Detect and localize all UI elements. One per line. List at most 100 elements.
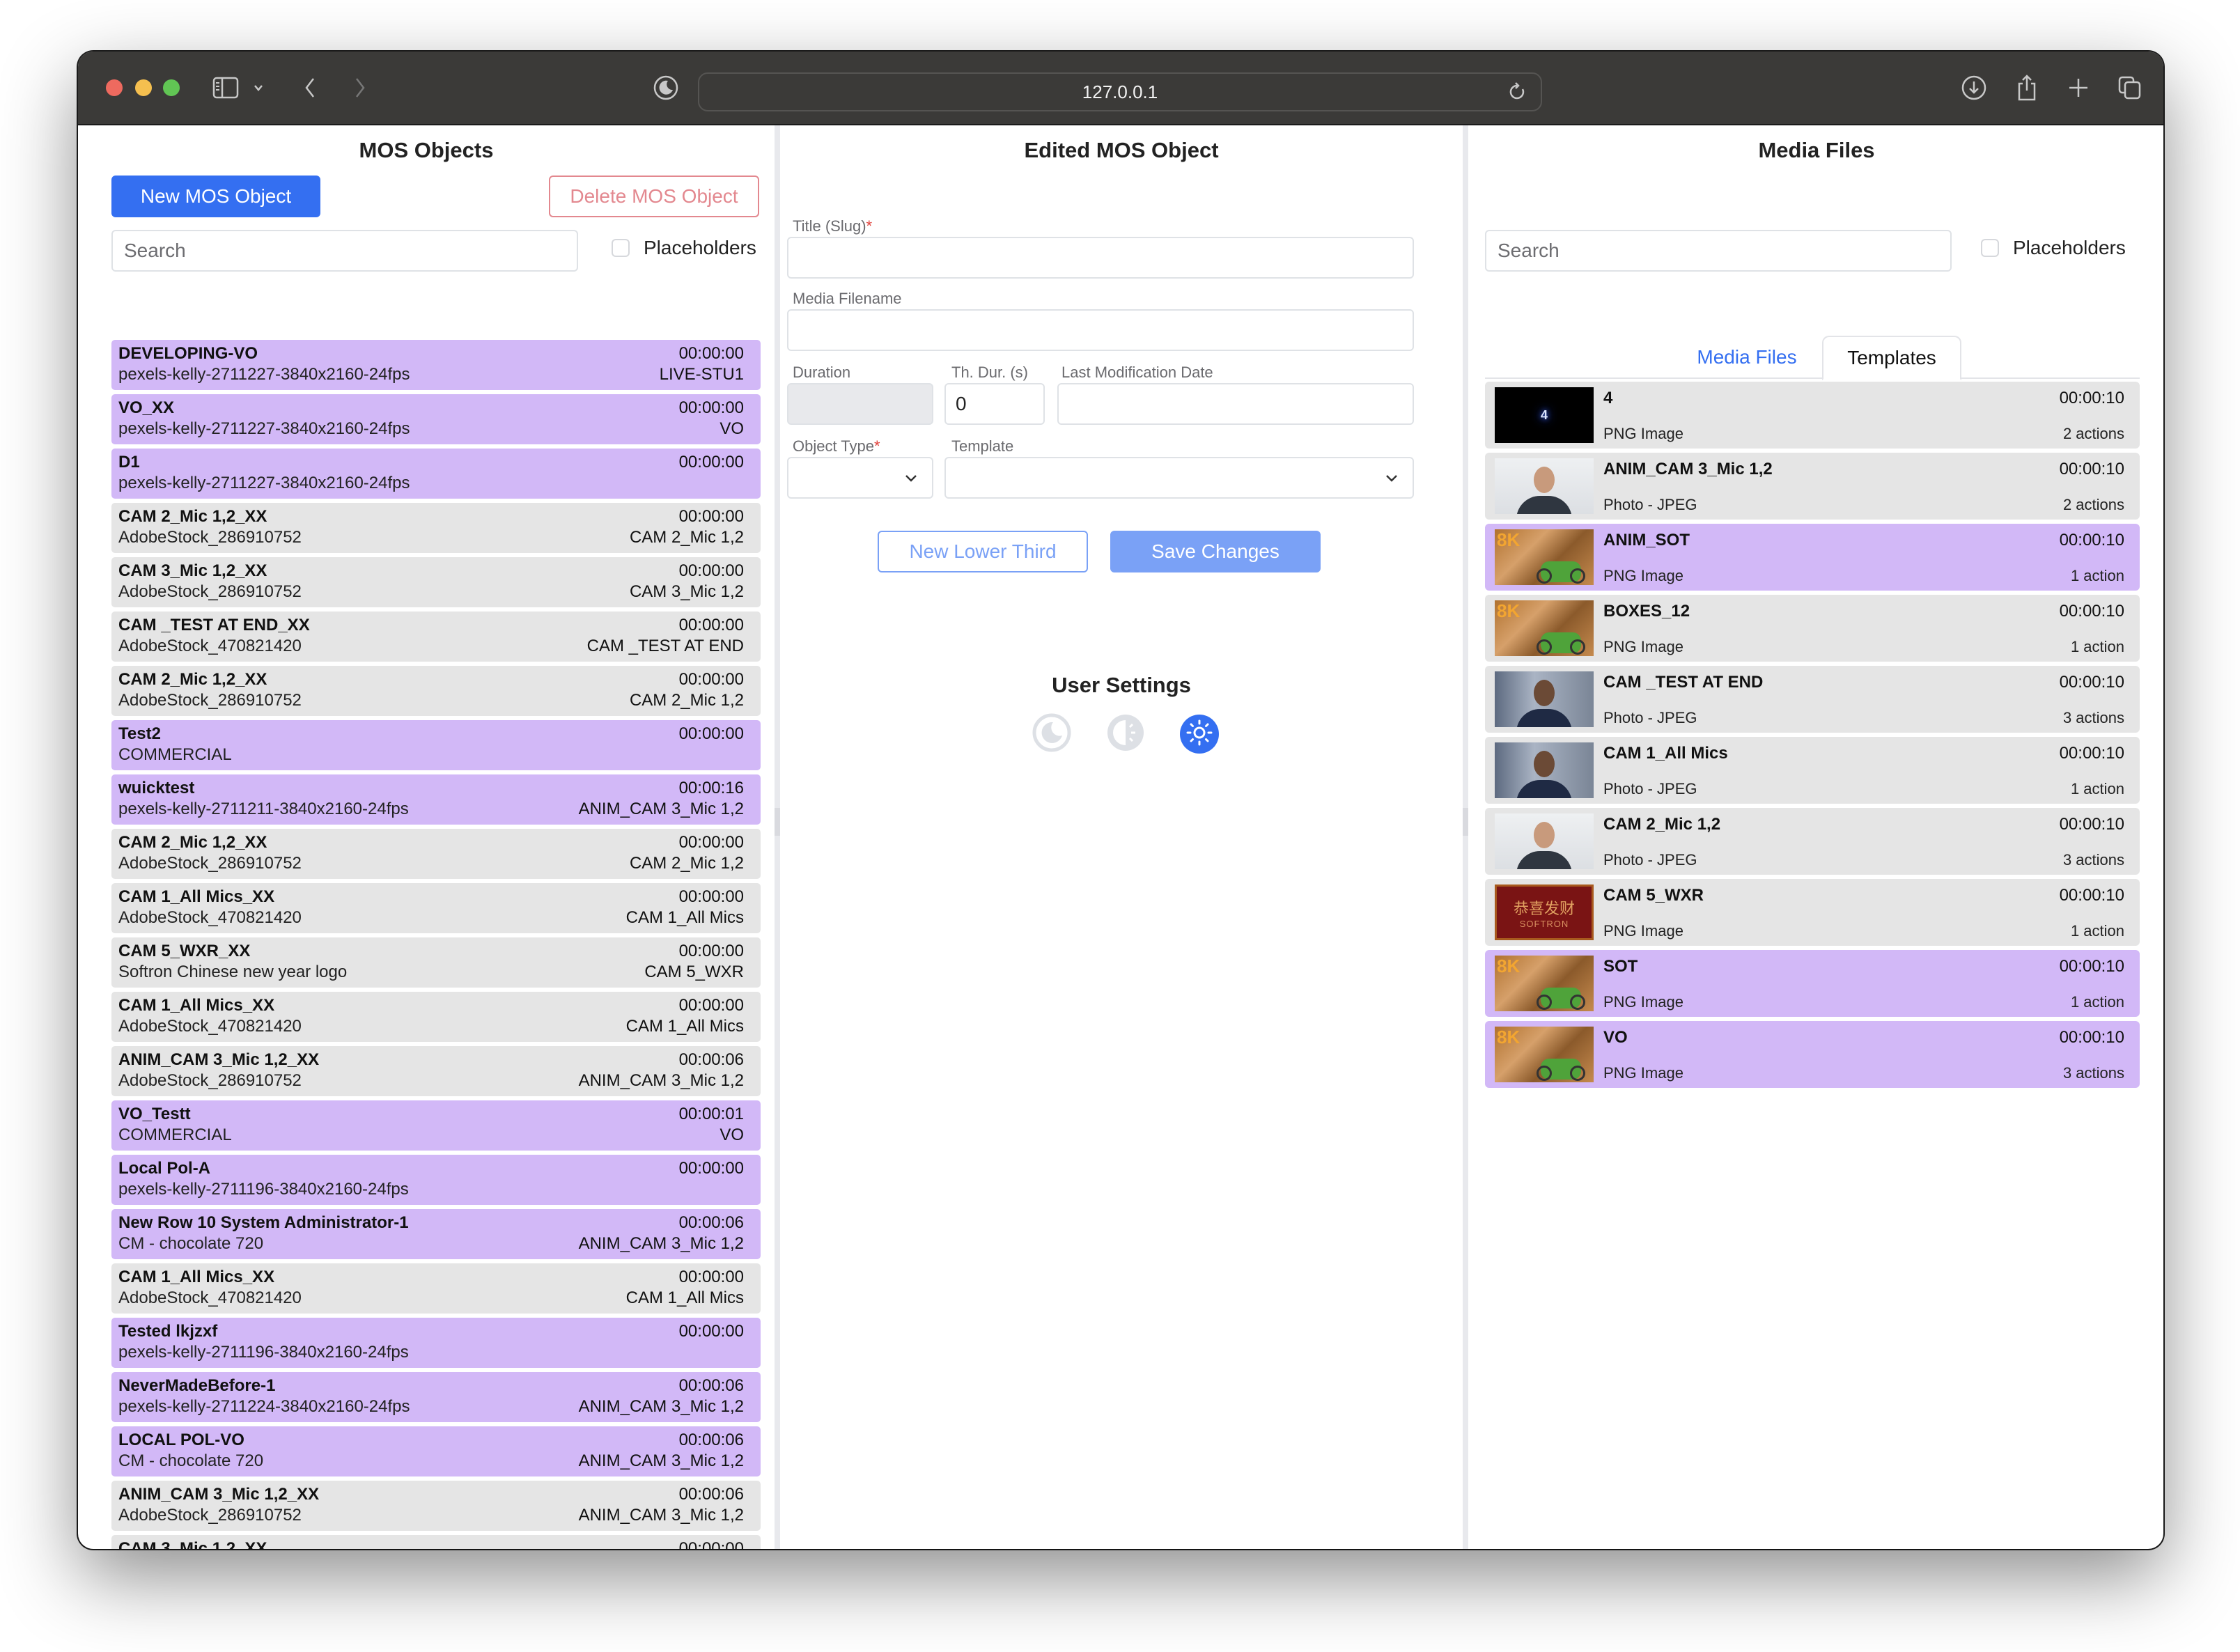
mos-object-row[interactable]: CAM 5_WXR_XX Softron Chinese new year log… <box>111 937 761 988</box>
template-row[interactable]: CAM 1_All Mics Photo - JPEG 00:00:10 1 acti… <box>1485 737 2140 804</box>
forward-icon[interactable] <box>350 72 371 103</box>
template-duration: 00:00:10 <box>2059 460 2124 478</box>
template-row[interactable]: 4 4 PNG Image 00:00:10 2 actions <box>1485 382 2140 449</box>
sidebar-toggle-icon[interactable] <box>210 72 241 103</box>
mos-object-row[interactable]: Tested lkjzxf pexels-kelly-2711196-3840x2… <box>111 1318 761 1368</box>
new-lower-third-button[interactable]: New Lower Third <box>878 531 1088 572</box>
tab-media-files[interactable]: Media Files <box>1684 336 1810 379</box>
mos-search-input[interactable]: Search <box>111 230 578 272</box>
mos-object-row[interactable]: New Row 10 System Administrator-1 CM - ch… <box>111 1209 761 1259</box>
zoom-window-button[interactable] <box>163 79 180 96</box>
media-placeholders-checkbox[interactable] <box>1981 239 1999 257</box>
template-row[interactable]: 8K SOT PNG Image 00:00:10 1 action <box>1485 950 2140 1017</box>
mos-object-row[interactable]: Test2 COMMERCIAL 00:00:00 <box>111 720 761 770</box>
mos-object-row[interactable]: D1 pexels-kelly-2711227-3840x2160-24fps 00… <box>111 449 761 499</box>
mos-object-row[interactable]: Local Pol-A pexels-kelly-2711196-3840x216… <box>111 1155 761 1205</box>
mos-placeholders-toggle[interactable]: Placeholders <box>612 237 756 259</box>
templates-list[interactable]: 4 4 PNG Image 00:00:10 2 actions ANIM_CAM 3_M… <box>1485 382 2140 1092</box>
template-select[interactable] <box>944 457 1414 499</box>
template-row[interactable]: CAM 2_Mic 1,2 Photo - JPEG 00:00:10 3 actio… <box>1485 808 2140 875</box>
mos-object-row[interactable]: CAM 3_Mic 1,2_XXAdobeStock_28691075200:0… <box>111 1535 761 1549</box>
mos-object-duration: 00:00:00 <box>678 398 744 417</box>
mos-object-file: pexels-kelly-2711196-3840x2160-24fps <box>118 1180 409 1199</box>
template-kind: Photo - JPEG <box>1603 780 1697 797</box>
mos-object-name: CAM 2_Mic 1,2_XX <box>118 507 267 526</box>
tab-overview-icon[interactable] <box>2115 72 2145 103</box>
template-actions: 1 action <box>2070 638 2124 655</box>
mos-object-row[interactable]: VO_Testt COMMERCIAL 00:00:01 VO <box>111 1100 761 1151</box>
template-duration: 00:00:10 <box>2059 389 2124 407</box>
mos-objects-list[interactable]: DEVELOPING-VO pexels-kelly-2711227-3840x2… <box>111 340 761 1549</box>
share-icon[interactable] <box>2012 72 2042 103</box>
template-name: VO <box>1603 1028 1628 1047</box>
right-splitter-grip[interactable] <box>1463 808 1468 836</box>
mos-object-file: AdobeStock_286910752 <box>118 582 302 601</box>
th-dur-label: Th. Dur. (s) <box>951 364 1029 381</box>
close-window-button[interactable] <box>106 79 123 96</box>
mos-object-row[interactable]: DEVELOPING-VO pexels-kelly-2711227-3840x2… <box>111 340 761 390</box>
mos-placeholders-checkbox[interactable] <box>612 239 630 257</box>
template-row[interactable]: 8K BOXES_12 PNG Image 00:00:10 1 action <box>1485 595 2140 662</box>
mos-object-name: CAM 1_All Mics_XX <box>118 887 275 906</box>
new-mos-object-button[interactable]: New MOS Object <box>111 176 320 217</box>
template-row[interactable]: 8K ANIM_SOT PNG Image 00:00:10 1 action <box>1485 524 2140 591</box>
object-type-select[interactable] <box>787 457 933 499</box>
mos-object-row[interactable]: CAM _TEST AT END_XX AdobeStock_470821420 0… <box>111 611 761 662</box>
mos-object-file: pexels-kelly-2711227-3840x2160-24fps <box>118 474 410 492</box>
download-icon[interactable] <box>1959 72 1989 103</box>
theme-dark-button[interactable] <box>1032 713 1071 754</box>
right-splitter[interactable] <box>1463 125 1468 1549</box>
template-row[interactable]: 恭喜发财 SOFTRON CAM 5_WXR PNG Image 00:00:10 1 a… <box>1485 879 2140 946</box>
duration-label: Duration <box>793 364 851 381</box>
mos-object-row[interactable]: CAM 1_All Mics_XX AdobeStock_470821420 00:… <box>111 883 761 933</box>
browser-toolbar: 127.0.0.1 <box>78 52 2163 125</box>
motorbike-shape <box>1537 1066 1552 1081</box>
template-thumbnail <box>1495 671 1594 727</box>
mos-objects-panel: MOS Objects New MOS Object Delete MOS Ob… <box>78 125 775 1549</box>
mos-object-row[interactable]: NeverMadeBefore-1 pexels-kelly-2711224-38… <box>111 1372 761 1422</box>
left-splitter[interactable] <box>775 125 780 1549</box>
tab-templates[interactable]: Templates <box>1822 336 1961 380</box>
title-slug-label: Title (Slug)* <box>793 217 873 235</box>
mos-object-row[interactable]: CAM 2_Mic 1,2_XX AdobeStock_286910752 00:0… <box>111 666 761 716</box>
media-placeholders-toggle[interactable]: Placeholders <box>1981 237 2126 259</box>
th-dur-input[interactable]: 0 <box>944 383 1045 425</box>
template-row[interactable]: ANIM_CAM 3_Mic 1,2 Photo - JPEG 00:00:10 2 … <box>1485 453 2140 520</box>
media-tabs: Media Files Templates <box>1485 336 2140 380</box>
mos-object-row[interactable]: CAM 2_Mic 1,2_XX AdobeStock_286910752 00:0… <box>111 829 761 879</box>
mos-object-file: AdobeStock_470821420 <box>118 1288 302 1307</box>
mos-object-row[interactable]: wuicktest pexels-kelly-2711211-3840x2160-… <box>111 774 761 825</box>
save-changes-button[interactable]: Save Changes <box>1110 531 1321 572</box>
media-filename-input[interactable] <box>787 309 1414 351</box>
back-icon[interactable] <box>300 72 320 103</box>
mos-object-row[interactable]: ANIM_CAM 3_Mic 1,2_XX AdobeStock_28691075… <box>111 1481 761 1531</box>
template-row[interactable]: CAM _TEST AT END Photo - JPEG 00:00:10 3 ac… <box>1485 666 2140 733</box>
theme-light-button[interactable] <box>1180 715 1219 754</box>
mos-object-row[interactable]: CAM 3_Mic 1,2_XXAdobeStock_28691075200:0… <box>111 557 761 607</box>
mos-object-row[interactable]: CAM 1_All Mics_XX AdobeStock_470821420 00:… <box>111 1263 761 1314</box>
delete-mos-object-button[interactable]: Delete MOS Object <box>549 176 759 217</box>
url-bar[interactable]: 127.0.0.1 <box>698 72 1542 111</box>
title-slug-input[interactable] <box>787 237 1414 279</box>
template-actions: 1 action <box>2070 993 2124 1011</box>
mos-object-row[interactable]: CAM 1_All Mics_XX AdobeStock_470821420 00:… <box>111 992 761 1042</box>
minimize-window-button[interactable] <box>135 79 152 96</box>
mos-object-duration: 00:00:00 <box>678 1268 744 1286</box>
chevron-down-icon[interactable] <box>248 72 269 103</box>
left-splitter-grip[interactable] <box>775 808 780 836</box>
media-search-input[interactable]: Search <box>1485 230 1952 272</box>
last-modification-input[interactable] <box>1057 383 1414 425</box>
privacy-icon[interactable] <box>651 72 681 103</box>
theme-auto-button[interactable] <box>1106 714 1145 754</box>
template-row[interactable]: 8K VO PNG Image 00:00:10 3 actions <box>1485 1021 2140 1088</box>
thumbnail-text: 8K <box>1497 600 1520 621</box>
mos-object-row[interactable]: VO_XX pexels-kelly-2711227-3840x2160-24fp… <box>111 394 761 444</box>
reload-icon[interactable] <box>1507 81 1528 108</box>
mos-object-duration: 00:00:01 <box>678 1105 744 1123</box>
new-tab-icon[interactable] <box>2063 72 2094 103</box>
mos-object-name: CAM 3_Mic 1,2_XX <box>118 1539 267 1549</box>
mos-object-row[interactable]: CAM 2_Mic 1,2_XX AdobeStock_286910752 00:0… <box>111 503 761 553</box>
template-kind: PNG Image <box>1603 993 1683 1011</box>
mos-object-row[interactable]: LOCAL POL-VO CM - chocolate 720 00:00:06 AN… <box>111 1426 761 1476</box>
mos-object-row[interactable]: ANIM_CAM 3_Mic 1,2_XX AdobeStock_28691075… <box>111 1046 761 1096</box>
